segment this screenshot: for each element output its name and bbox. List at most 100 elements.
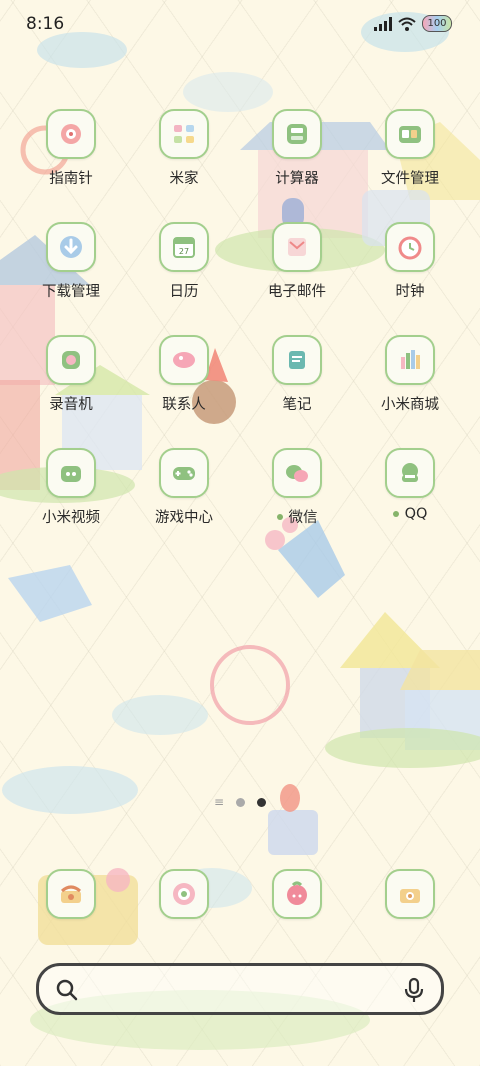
app-icon-tile[interactable]: 27 bbox=[159, 222, 209, 272]
app-label: 电子邮件 bbox=[242, 280, 352, 301]
app-label-text: 时钟 bbox=[395, 284, 425, 300]
app-label: 小米商城 bbox=[355, 393, 465, 414]
page-dot-2[interactable] bbox=[257, 797, 267, 807]
qq-icon bbox=[402, 463, 418, 482]
app-store[interactable]: 小米商城 bbox=[355, 335, 465, 414]
app-label-text: 米家 bbox=[169, 171, 199, 187]
page-indicator[interactable]: ≡ bbox=[0, 795, 480, 809]
app-label-text: QQ bbox=[404, 506, 428, 522]
status-icons: 100 bbox=[374, 15, 452, 32]
app-label-text: 电子邮件 bbox=[268, 284, 326, 300]
app-calendar[interactable]: 27 日历 bbox=[129, 222, 239, 301]
app-label-text: 下载管理 bbox=[42, 284, 100, 300]
phone-icon bbox=[61, 885, 81, 903]
app-notes[interactable]: 笔记 bbox=[242, 335, 352, 414]
app-icon-tile[interactable] bbox=[46, 109, 96, 159]
new-badge-dot bbox=[392, 511, 399, 517]
app-label: 录音机 bbox=[16, 393, 126, 414]
app-calculator[interactable]: 计算器 bbox=[242, 109, 352, 188]
app-label: 微信 bbox=[242, 506, 352, 527]
dock-icon-tile[interactable] bbox=[46, 869, 96, 919]
page-dot-1[interactable] bbox=[236, 797, 246, 807]
app-label-text: 日历 bbox=[169, 284, 199, 300]
page-list-icon: ≡ bbox=[213, 795, 225, 809]
dock-icon-tile[interactable] bbox=[272, 869, 322, 919]
wifi-icon bbox=[398, 17, 416, 31]
app-icon-tile[interactable] bbox=[46, 222, 96, 272]
search-bar[interactable] bbox=[36, 963, 444, 1015]
app-download[interactable]: 下载管理 bbox=[16, 222, 126, 301]
dock-browser[interactable] bbox=[129, 869, 239, 919]
app-mail[interactable]: 电子邮件 bbox=[242, 222, 352, 301]
app-label-text: 录音机 bbox=[49, 397, 93, 413]
calculator-icon bbox=[287, 124, 307, 144]
app-label: 小米视频 bbox=[16, 506, 126, 527]
app-folder[interactable]: 文件管理 bbox=[355, 109, 465, 188]
status-bar: 8:16 100 bbox=[0, 0, 480, 50]
app-label-text: 小米商城 bbox=[381, 397, 439, 413]
app-icon-tile[interactable] bbox=[385, 448, 435, 498]
app-label: 联系人 bbox=[129, 393, 239, 414]
video-icon bbox=[61, 466, 81, 482]
app-icon-tile[interactable] bbox=[385, 335, 435, 385]
svg-text:27: 27 bbox=[179, 247, 189, 256]
app-compass[interactable]: 指南针 bbox=[16, 109, 126, 188]
app-icon-tile[interactable] bbox=[159, 335, 209, 385]
app-label-text: 文件管理 bbox=[381, 171, 439, 187]
app-label-text: 计算器 bbox=[275, 171, 319, 187]
app-qq[interactable]: QQ bbox=[355, 448, 465, 522]
app-label: 游戏中心 bbox=[129, 506, 239, 527]
app-contacts[interactable]: 联系人 bbox=[129, 335, 239, 414]
store-icon bbox=[401, 350, 420, 369]
app-label: 日历 bbox=[129, 280, 239, 301]
app-video[interactable]: 小米视频 bbox=[16, 448, 126, 527]
camera-icon bbox=[400, 889, 420, 903]
wechat-icon bbox=[286, 465, 308, 482]
download-icon bbox=[60, 236, 82, 258]
folder-icon bbox=[399, 126, 421, 143]
app-label: 指南针 bbox=[16, 167, 126, 188]
app-mijia[interactable]: 米家 bbox=[129, 109, 239, 188]
app-label: QQ bbox=[355, 506, 465, 522]
app-label-text: 指南针 bbox=[49, 171, 93, 187]
signal-icon bbox=[374, 16, 392, 31]
clock-icon bbox=[398, 236, 422, 260]
app-icon-tile[interactable] bbox=[272, 448, 322, 498]
app-label: 笔记 bbox=[242, 393, 352, 414]
notes-icon bbox=[289, 351, 305, 369]
app-icon-tile[interactable] bbox=[159, 109, 209, 159]
app-label-text: 微信 bbox=[288, 510, 318, 526]
app-label: 米家 bbox=[129, 167, 239, 188]
app-wechat[interactable]: 微信 bbox=[242, 448, 352, 527]
mail-icon bbox=[288, 238, 306, 256]
app-label-text: 游戏中心 bbox=[155, 510, 213, 526]
dock-camera[interactable] bbox=[355, 869, 465, 919]
app-label-text: 小米视频 bbox=[42, 510, 100, 526]
app-icon-tile[interactable] bbox=[46, 335, 96, 385]
gamepad-icon bbox=[173, 467, 195, 480]
microphone-icon[interactable] bbox=[403, 977, 425, 1003]
app-recorder[interactable]: 录音机 bbox=[16, 335, 126, 414]
app-gamepad[interactable]: 游戏中心 bbox=[129, 448, 239, 527]
search-icon[interactable] bbox=[55, 978, 79, 1002]
dock-phone[interactable] bbox=[16, 869, 126, 919]
app-icon-tile[interactable] bbox=[385, 109, 435, 159]
app-clock[interactable]: 时钟 bbox=[355, 222, 465, 301]
app-label: 下载管理 bbox=[16, 280, 126, 301]
app-icon-tile[interactable] bbox=[46, 448, 96, 498]
app-icon-tile[interactable] bbox=[385, 222, 435, 272]
browser-icon bbox=[173, 883, 195, 905]
app-icon-tile[interactable] bbox=[272, 335, 322, 385]
app-icon-tile[interactable] bbox=[272, 109, 322, 159]
app-icon-tile[interactable] bbox=[272, 222, 322, 272]
status-time: 8:16 bbox=[26, 14, 65, 34]
calendar-icon: 27 bbox=[173, 237, 195, 258]
app-label-text: 笔记 bbox=[282, 397, 312, 413]
dock-messages[interactable] bbox=[242, 869, 352, 919]
mijia-icon bbox=[174, 125, 194, 143]
dock-icon-tile[interactable] bbox=[385, 869, 435, 919]
dock-icon-tile[interactable] bbox=[159, 869, 209, 919]
battery-icon: 100 bbox=[422, 15, 452, 32]
app-icon-tile[interactable] bbox=[159, 448, 209, 498]
recorder-icon bbox=[62, 351, 80, 369]
